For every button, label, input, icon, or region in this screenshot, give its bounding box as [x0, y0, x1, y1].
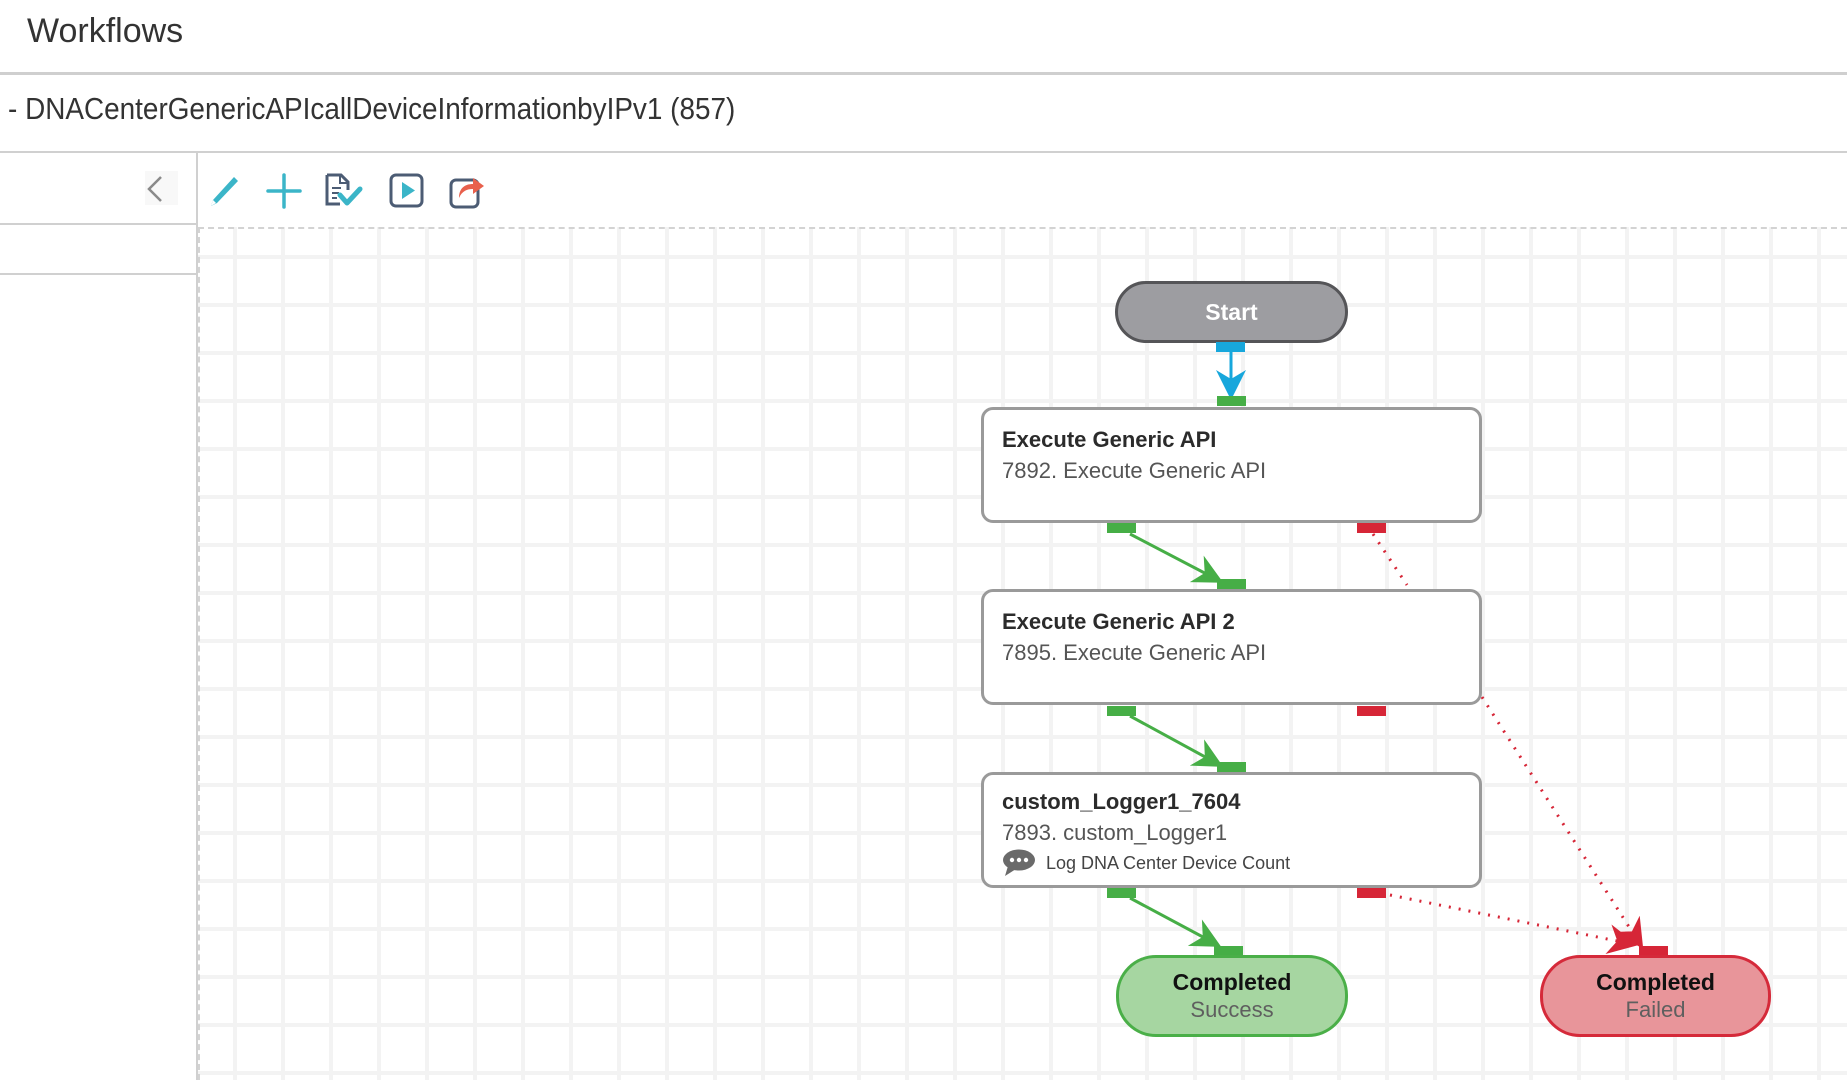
- node-task3-title: custom_Logger1_7604: [1002, 789, 1241, 814]
- export-button[interactable]: [448, 171, 488, 211]
- run-button[interactable]: [387, 171, 427, 211]
- node-start-label: Start: [1205, 298, 1258, 325]
- chevron-left-icon: [147, 176, 162, 202]
- play-icon: [389, 173, 424, 208]
- port-task3-in[interactable]: [1217, 762, 1246, 772]
- workflow-header: r - DNACenterGenericAPIcallDeviceInforma…: [0, 75, 1847, 153]
- node-success-status: Success: [1190, 997, 1274, 1022]
- node-task3-comment-text: Log DNA Center Device Count: [1046, 853, 1291, 873]
- node-task3[interactable]: custom_Logger1_7604 7893. custom_Logger1…: [981, 772, 1482, 888]
- port-task2-in[interactable]: [1217, 579, 1246, 589]
- comment-icon: [1003, 849, 1035, 876]
- port-task3-failure[interactable]: [1357, 888, 1386, 898]
- node-completed-success[interactable]: Completed Success: [1116, 955, 1348, 1037]
- node-start[interactable]: Start: [1115, 281, 1348, 343]
- port-task1-in[interactable]: [1217, 396, 1246, 406]
- node-failed-status: Failed: [1625, 997, 1686, 1022]
- collapse-panel-button[interactable]: [145, 171, 178, 205]
- document-check-icon: [325, 173, 363, 206]
- page-header: Workflows: [0, 0, 1847, 75]
- node-failed-label: Completed: [1596, 969, 1715, 995]
- node-success-label: Completed: [1172, 969, 1292, 995]
- page-title: Workflows: [27, 12, 184, 50]
- add-button[interactable]: [264, 171, 304, 211]
- left-panel: [0, 153, 198, 1080]
- toolbar: [198, 153, 1847, 227]
- edit-button[interactable]: [204, 171, 244, 211]
- plus-icon: [266, 173, 302, 209]
- node-task3-comment: Log DNA Center Device Count: [1002, 849, 1479, 877]
- node-task2-subtitle: 7895. Execute Generic API: [1002, 640, 1267, 665]
- node-task2-title: Execute Generic API 2: [1002, 609, 1235, 634]
- port-task1-failure[interactable]: [1357, 523, 1386, 533]
- port-start-out[interactable]: [1216, 342, 1245, 352]
- node-task1-title: Execute Generic API: [1002, 427, 1217, 452]
- node-task1[interactable]: Execute Generic API 7892. Execute Generi…: [981, 407, 1482, 523]
- node-task3-subtitle: 7893. custom_Logger1: [1002, 820, 1228, 845]
- port-task3-success[interactable]: [1107, 888, 1136, 898]
- port-task1-success[interactable]: [1107, 523, 1136, 533]
- pencil-icon: [211, 177, 238, 206]
- node-completed-failed[interactable]: Completed Failed: [1540, 955, 1771, 1037]
- workflow-name: r - DNACenterGenericAPIcallDeviceInforma…: [0, 91, 736, 126]
- panel-divider: [0, 273, 196, 275]
- panel-divider: [0, 223, 196, 225]
- port-task2-failure[interactable]: [1357, 706, 1386, 716]
- share-icon: [449, 178, 484, 209]
- port-task2-success[interactable]: [1107, 706, 1136, 716]
- node-task2[interactable]: Execute Generic API 2 7895. Execute Gene…: [981, 589, 1482, 705]
- validate-button[interactable]: [324, 171, 364, 211]
- node-task1-subtitle: 7892. Execute Generic API: [1002, 458, 1267, 483]
